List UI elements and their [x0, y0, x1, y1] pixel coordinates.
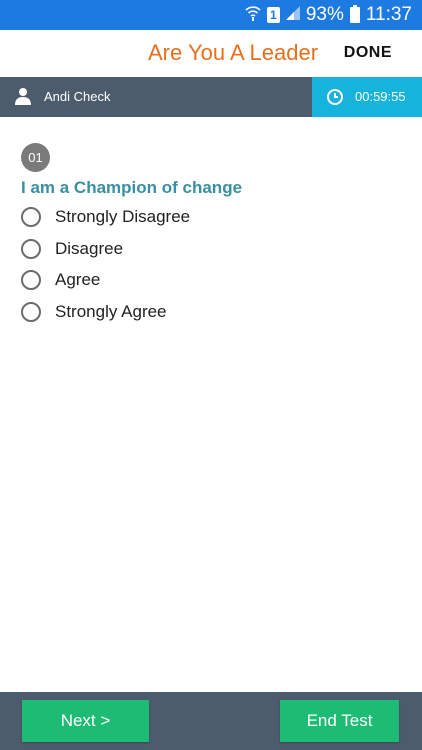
user-bar: Andi Check 00:59:55 [0, 77, 422, 117]
sim-icon: 1 [266, 7, 280, 23]
wifi-icon [245, 5, 261, 26]
clock: 11:37 [365, 4, 412, 25]
battery-icon [349, 5, 360, 23]
page-title: Are You A Leader [148, 40, 319, 65]
timer-value: 00:59:55 [355, 89, 406, 104]
timer-badge: 00:59:55 [312, 77, 422, 117]
battery-percent: 93% [305, 4, 344, 25]
option-disagree[interactable]: Disagree [21, 237, 123, 261]
option-strongly-disagree[interactable]: Strongly Disagree [21, 205, 190, 229]
clock-icon [326, 88, 344, 111]
option-label: Agree [55, 270, 101, 289]
user-icon [14, 87, 32, 110]
radio-button[interactable] [21, 239, 41, 259]
radio-button[interactable] [21, 207, 41, 227]
status-bar: 1 93% 11:37 [0, 0, 422, 30]
option-label: Strongly Disagree [55, 207, 191, 226]
question-text: I am a Champion of change [21, 178, 243, 197]
option-agree[interactable]: Agree [21, 268, 100, 292]
end-test-button[interactable]: End Test [280, 700, 399, 742]
next-button[interactable]: Next > [22, 700, 149, 742]
question-number-badge: 01 [21, 143, 50, 172]
done-button[interactable]: DONE [344, 44, 392, 62]
signal-icon [285, 5, 300, 25]
option-label: Strongly Agree [55, 302, 167, 321]
user-name: Andi Check [44, 89, 111, 104]
radio-button[interactable] [21, 270, 41, 290]
app-header: Are You A Leader DONE [0, 30, 422, 77]
radio-button[interactable] [21, 302, 41, 322]
bottom-bar: Next > End Test [0, 692, 422, 750]
option-label: Disagree [55, 239, 124, 258]
option-strongly-agree[interactable]: Strongly Agree [21, 300, 167, 324]
